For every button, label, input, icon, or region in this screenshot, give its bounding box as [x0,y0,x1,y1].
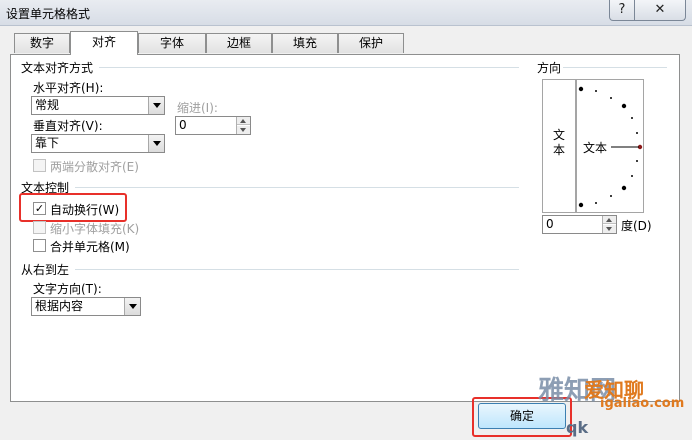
orientation-dial[interactable]: 文本 [576,79,644,213]
vertical-text-label: 文本 [553,128,566,157]
spin-down-icon[interactable] [237,126,250,134]
section-text-alignment: 文本对齐方式 [21,61,94,75]
horizontal-align-select[interactable]: 常规 [31,96,165,115]
spin-up-icon[interactable] [603,216,616,224]
justify-distributed-checkbox[interactable] [33,159,46,172]
degrees-spinner[interactable]: 0 [542,215,617,234]
chevron-down-icon[interactable] [148,135,164,152]
divider [75,269,519,270]
help-button[interactable]: ? [609,0,635,21]
horizontal-align-value: 常规 [35,98,60,112]
vertical-text-box[interactable]: 文本 [542,79,576,213]
tab-fill[interactable]: 填充 [272,33,338,53]
section-orientation: 方向 [537,61,562,75]
tab-border[interactable]: 边框 [206,33,272,53]
indent-label: 缩进(I): [177,101,218,115]
divider [75,187,519,188]
window-title: 设置单元格格式 [6,7,91,21]
vertical-align-value: 靠下 [35,136,60,150]
shrink-to-fit-label: 缩小字体填充(K) [50,222,140,236]
divider [563,67,667,68]
tab-alignment[interactable]: 对齐 [70,31,138,55]
section-rtl: 从右到左 [21,263,70,277]
merge-cells-label: 合并单元格(M) [50,240,130,254]
text-direction-label: 文字方向(T): [33,282,102,296]
spin-up-icon[interactable] [237,117,250,125]
alignment-panel: 文本对齐方式 水平对齐(H): 常规 缩进(I): 0 垂直对齐(V): 靠下 … [10,54,680,402]
vertical-align-label: 垂直对齐(V): [33,119,103,133]
watermark-partial: qk [566,418,589,437]
spin-down-icon[interactable] [603,225,616,233]
degrees-value: 0 [546,217,554,231]
chevron-down-icon[interactable] [148,97,164,114]
tab-font[interactable]: 字体 [138,33,206,53]
text-direction-value: 根据内容 [35,299,84,313]
shrink-to-fit-checkbox[interactable] [33,221,46,234]
tab-protection[interactable]: 保护 [338,33,404,53]
divider [99,67,519,68]
degrees-label: 度(D) [621,219,652,233]
merge-cells-checkbox[interactable] [33,239,46,252]
horizontal-align-label: 水平对齐(H): [33,81,104,95]
tab-number[interactable]: 数字 [14,33,70,53]
vertical-align-select[interactable]: 靠下 [31,134,165,153]
watermark-url: igaliao.com [600,396,685,411]
highlight-box [19,193,127,222]
horizontal-text-label: 文本 [583,141,608,155]
chevron-down-icon[interactable] [124,298,140,315]
text-direction-select[interactable]: 根据内容 [31,297,141,316]
close-button[interactable]: ✕ [634,0,686,21]
justify-distributed-label: 两端分散对齐(E) [50,160,139,174]
indent-value: 0 [179,118,187,132]
indent-spinner[interactable]: 0 [175,116,251,135]
title-bar: 设置单元格格式 ? ✕ [0,0,692,26]
